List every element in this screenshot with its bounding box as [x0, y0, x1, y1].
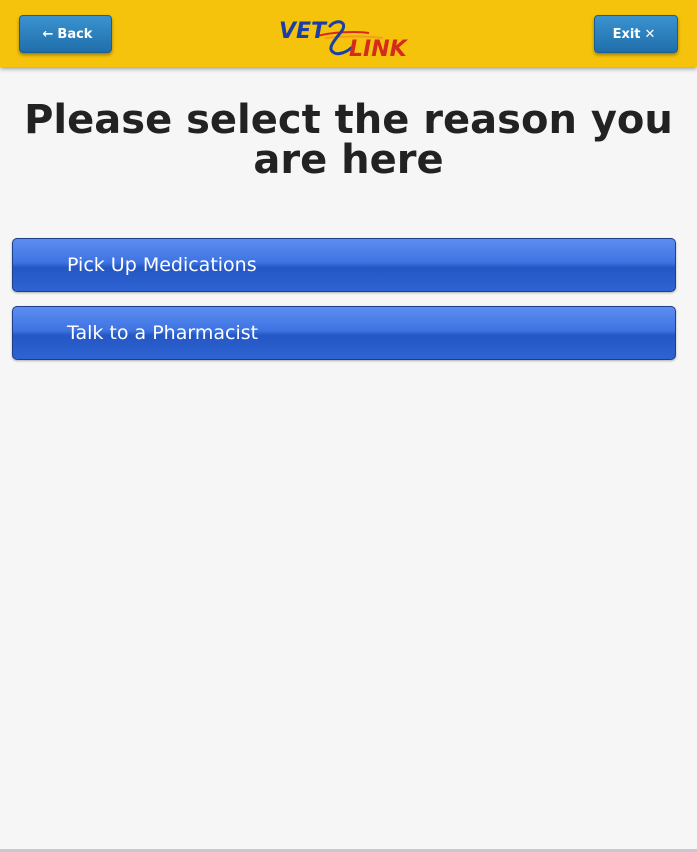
- option-label: Talk to a Pharmacist: [67, 322, 259, 344]
- logo-vet-text: VET: [279, 19, 328, 44]
- page-title: Please select the reason you are here: [24, 97, 673, 183]
- option-label: Pick Up Medications: [67, 254, 257, 276]
- vet2link-logo: VET LINK: [279, 19, 409, 60]
- arrow-left-icon: ←: [42, 26, 54, 42]
- exit-button[interactable]: Exit ✕: [594, 15, 678, 53]
- close-icon: ✕: [644, 26, 656, 42]
- pick-up-medications-button[interactable]: Pick Up Medications: [12, 238, 676, 292]
- back-button-label: Back: [57, 26, 93, 42]
- talk-to-pharmacist-button[interactable]: Talk to a Pharmacist: [12, 306, 676, 360]
- back-button[interactable]: ← Back: [19, 15, 112, 53]
- exit-button-label: Exit: [612, 26, 641, 42]
- top-bar: ← Back VET LINK Exit ✕: [0, 0, 697, 67]
- logo-link-text: LINK: [349, 37, 409, 60]
